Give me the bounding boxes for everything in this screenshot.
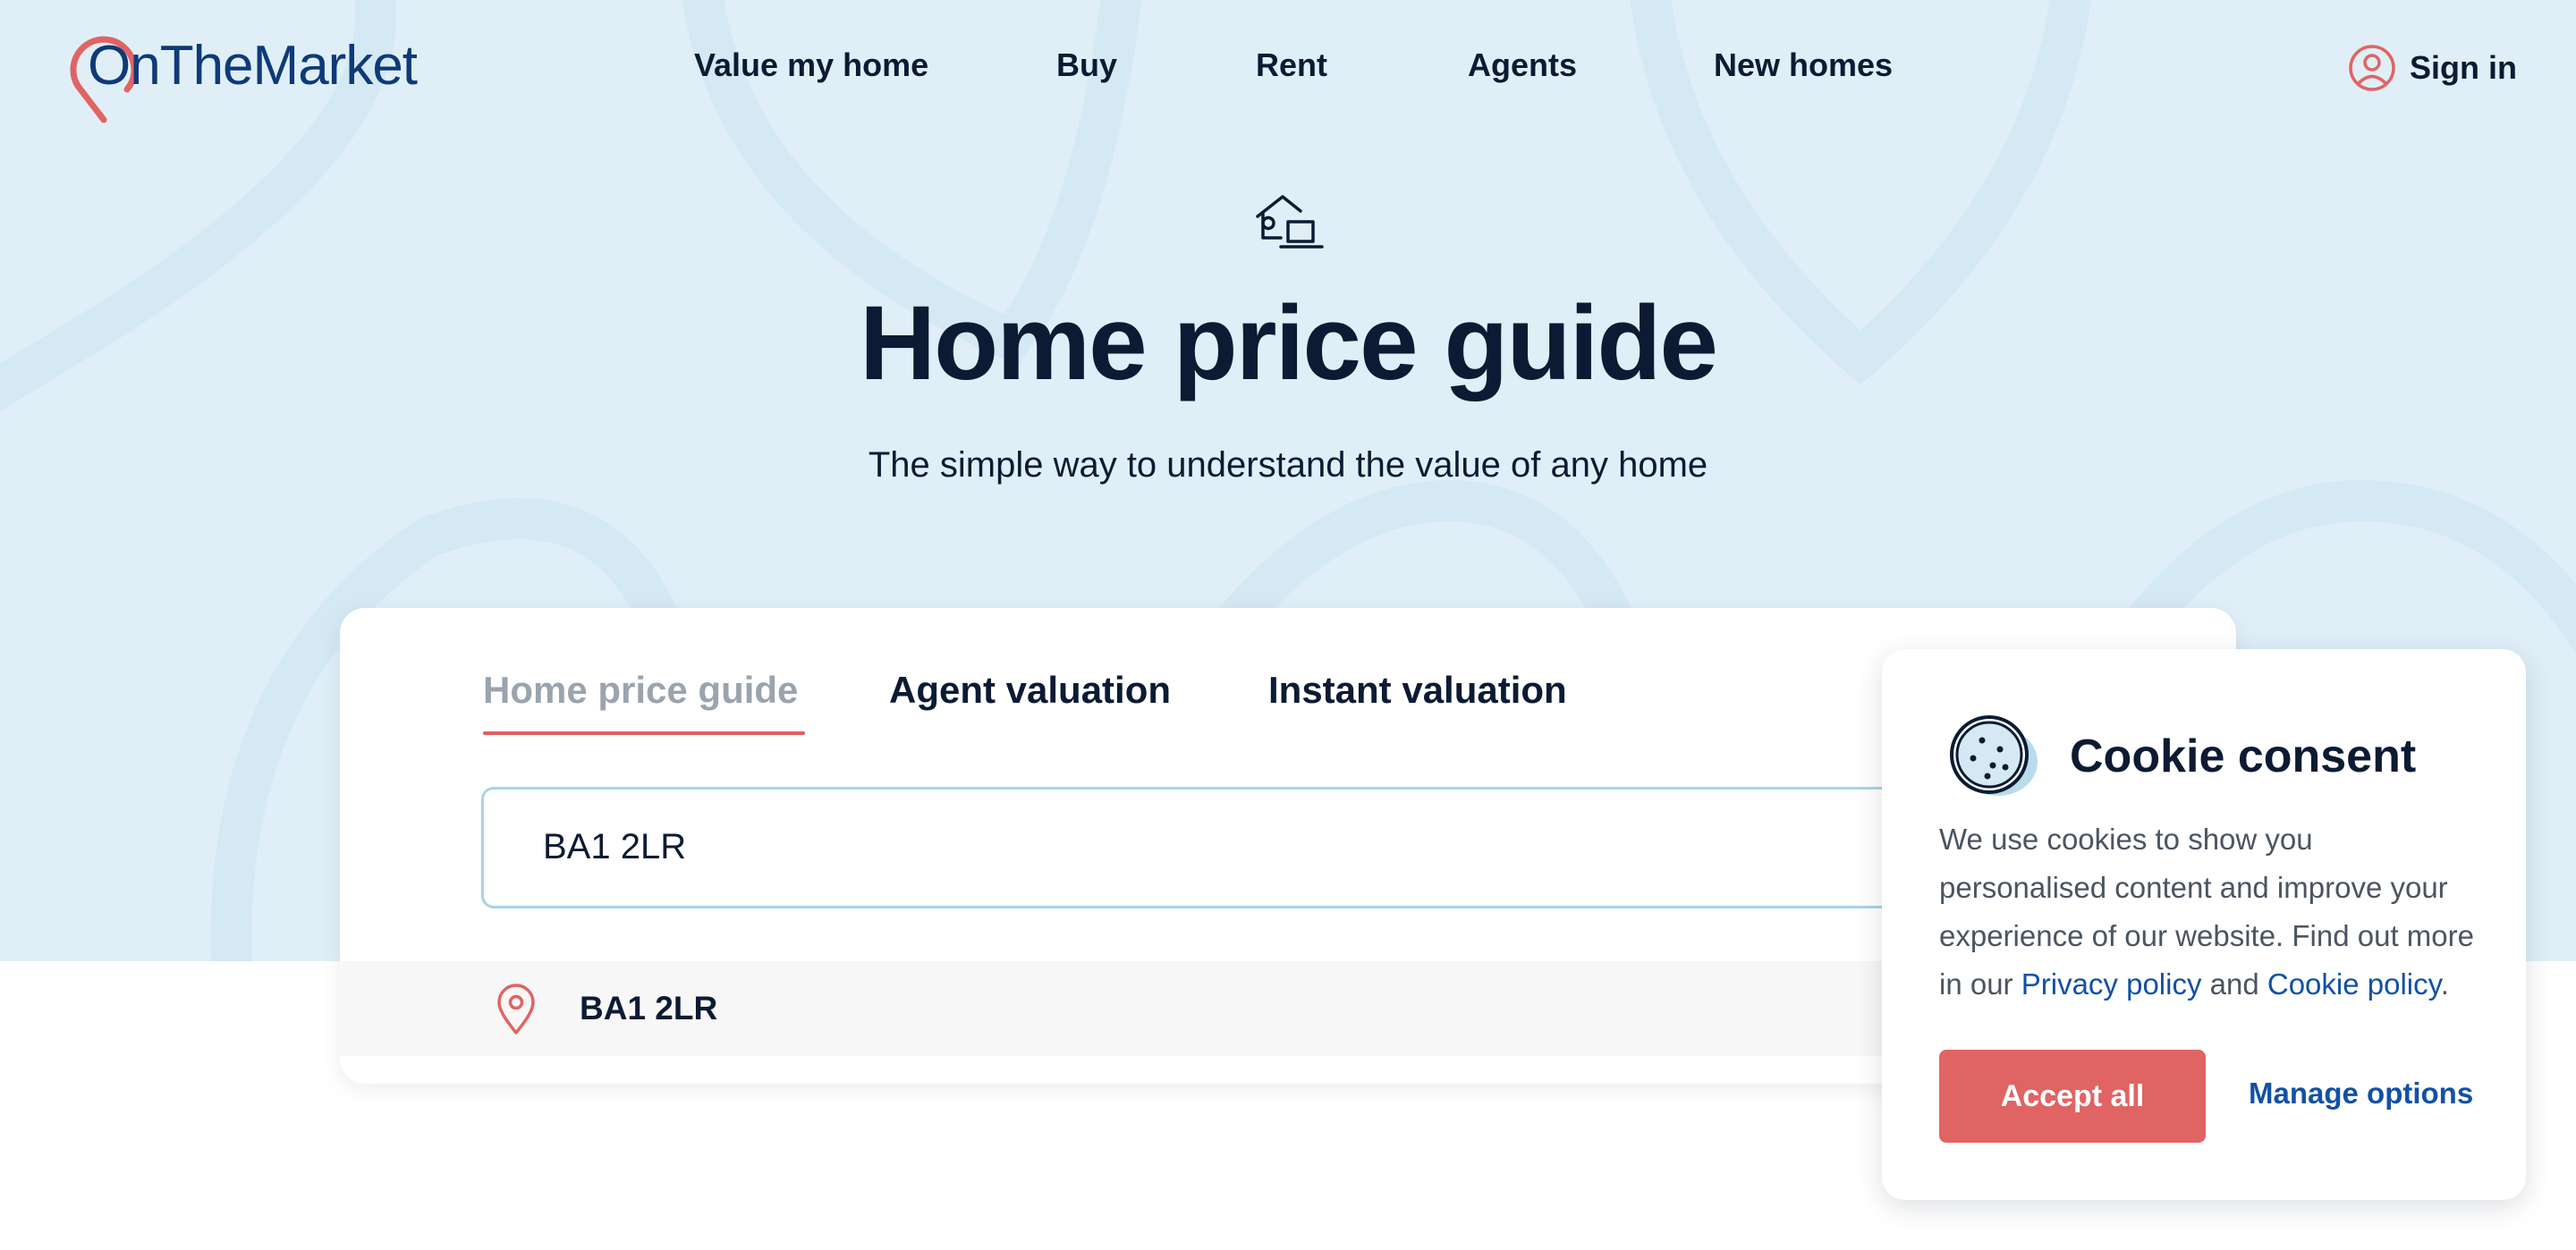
manage-options-button[interactable]: Manage options (2249, 1077, 2473, 1111)
nav-agents[interactable]: Agents (1468, 46, 1577, 84)
nav-new-homes[interactable]: New homes (1714, 46, 1893, 84)
accept-all-button[interactable]: Accept all (1939, 1050, 2206, 1143)
cookie-icon (1950, 715, 2038, 796)
user-circle-icon (2349, 45, 2395, 91)
active-tab-underline (483, 731, 805, 735)
logo-wordmark[interactable]: OnTheMarket (88, 34, 418, 97)
suggestion-label: BA1 2LR (580, 990, 718, 1026)
cookie-policy-link[interactable]: Cookie policy (2267, 967, 2441, 1001)
tab-agent-valuation[interactable]: Agent valuation (889, 669, 1171, 712)
search-input-value: BA1 2LR (543, 827, 687, 866)
tab-instant-valuation[interactable]: Instant valuation (1268, 669, 1567, 712)
privacy-policy-link[interactable]: Privacy policy (2021, 967, 2202, 1001)
cookie-message: We use cookies to show you personalised … (1939, 815, 2485, 1009)
cookie-title: Cookie consent (2070, 731, 2417, 782)
sign-in-label: Sign in (2410, 49, 2517, 86)
tab-home-price-guide[interactable]: Home price guide (483, 669, 798, 712)
nav-value-my-home[interactable]: Value my home (694, 46, 928, 84)
nav-buy[interactable]: Buy (1056, 46, 1117, 84)
cookie-consent-dialog: Cookie consent We use cookies to show yo… (1882, 649, 2526, 1200)
page-subtitle: The simple way to understand the value o… (868, 445, 1708, 485)
page-title: Home price guide (859, 284, 1718, 402)
cookie-and-text: and (2209, 967, 2259, 1001)
location-pin-icon (497, 984, 535, 1035)
sign-in-button[interactable]: Sign in (2347, 43, 2517, 93)
cookie-period: . (2440, 967, 2449, 1001)
nav-rent[interactable]: Rent (1256, 46, 1327, 84)
house-laptop-icon (1256, 195, 1324, 249)
